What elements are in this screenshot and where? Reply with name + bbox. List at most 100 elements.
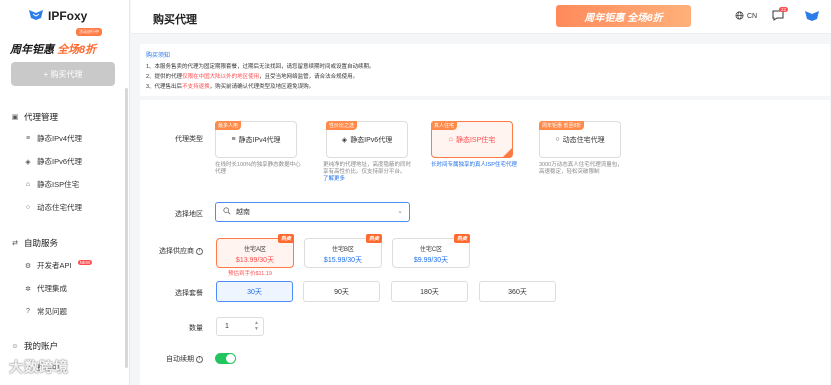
quantity-stepper[interactable]: 1 ▲ ▼ [216,317,264,336]
notice-line-2: 2、提供的代理仅限在中国大陆以外的地区使用，且受当地网络监管，请合法合规使用。 [146,72,358,80]
plan-360[interactable]: 360天 [479,281,556,302]
fox-avatar-icon [804,11,820,24]
notice-text: 2、提供的代理 [146,74,183,80]
supplier-a[interactable]: 热卖 住宅A区 $13.99/30天 [216,234,294,268]
promo-text-b: 全场8折 [57,44,97,56]
sidebar: IPFoxy 活动进行中 周年钜惠 全场8折 + 购买代理 ▣ 代理管理 ≡ 静… [0,0,130,385]
chevron-down-icon: ⌄ [397,208,403,215]
home-icon: ⌂ [448,136,453,143]
sidebar-item-label: 开发者API [37,261,72,270]
language-label: CN [747,13,758,20]
language-switch[interactable]: CN [735,11,757,22]
user-icon: ☺ [11,342,19,350]
proxy-manage-icon: ▣ [11,114,19,121]
home-icon: ⌂ [25,181,31,188]
user-avatar[interactable] [804,10,820,24]
auto-renew-toggle[interactable] [215,353,236,364]
plan-90[interactable]: 90天 [303,281,380,302]
card-desc: 更纯净的代理地址，高度隐蔽的同时享有高性价比。仅支持部分平台。 了解更多 [323,162,411,183]
sidebar-item-integration[interactable]: ✲ 代理集成 [24,283,67,294]
learn-more-link[interactable]: 了解更多 [323,176,345,182]
code-icon: ⚙ [24,262,32,270]
sidebar-item-label: 静态IPv4代理 [37,134,83,143]
plan-30[interactable]: 30天 [216,281,293,302]
message-count-badge: 22 [779,7,789,12]
info-icon[interactable]: ! [196,247,203,255]
section-label: 代理管理 [24,112,59,122]
supplier-c[interactable]: 热卖 住宅C区 $9.99/30天 [392,234,470,268]
notice-line-3: 3、代理售出后不支持退换，购买前请确认代理类型及地区避免误购。 [146,82,314,90]
server-icon: ≡ [25,135,31,142]
sidebar-item-faq[interactable]: ? 常见问题 [24,306,67,317]
type-card-dynamic[interactable]: 周年钜惠 低至8折 ○ 动态住宅代理 [539,121,621,158]
card-tag: 最多人用 [215,121,242,130]
question-icon: ? [26,308,30,315]
promo-text-a: 周年钜惠 [10,44,54,56]
sidebar-item-label: 静态IPv6代理 [37,157,83,166]
hot-badge: 热卖 [365,234,382,243]
section-label: 自助服务 [24,238,59,248]
sidebar-item-isp[interactable]: ⌂ 静态ISP住宅 [24,179,79,190]
type-card-ipv6[interactable]: 性价比之选 ◈ 静态IPv6代理 [326,121,408,158]
sidebar-scrollbar[interactable] [125,88,128,368]
info-icon[interactable]: ! [196,355,203,363]
section-account[interactable]: ☺ 我的账户 [11,340,58,352]
messages-button[interactable]: 22 [772,7,789,23]
supplier-b[interactable]: 热卖 住宅B区 $15.99/30天 [304,234,382,268]
server-icon: ≡ [231,136,236,143]
sidebar-item-ipv4[interactable]: ≡ 静态IPv4代理 [24,133,82,144]
logo[interactable]: IPFoxy [28,9,87,23]
purchase-notice: 购买须知 1、本服务售卖的代理为固定期限套餐，过期后无法找回，请您留意续期时间或… [140,44,830,96]
region-value: 越南 [236,209,250,216]
type-card-ipv4[interactable]: 最多人用 ≡ 静态IPv4代理 [215,121,297,158]
hot-badge: 热卖 [277,234,294,243]
topbar: 购买代理 周年钜惠 全场8折 CN 22 [131,0,831,34]
selected-corner-icon [503,148,512,157]
section-self-service[interactable]: ⇄ 自助服务 [11,237,58,249]
auto-renew-text: 自动续期 [166,356,194,363]
page-title: 购买代理 [153,14,197,26]
type-card-isp[interactable]: 真人住宅 ⌂ 静态ISP住宅 [431,121,513,158]
app-name: IPFoxy [48,9,88,23]
supplier-price: $13.99/30天 [235,257,275,264]
sidebar-item-api[interactable]: ⚙ 开发者API NEW [24,260,93,271]
card-tag: 真人住宅 [431,121,458,130]
hot-badge: 热卖 [453,234,470,243]
buy-proxy-button[interactable]: + 购买代理 [11,62,115,86]
watermark: 大数跨境 [9,359,69,375]
sidebar-item-ipv6[interactable]: ◈ 静态IPv6代理 [24,156,82,167]
fox-logo-icon [28,9,44,23]
card-desc: 3000万动态真人住宅代理流量包，高速稳定，轻松突破限制 [539,162,623,175]
card-tag: 周年钜惠 低至8折 [539,121,585,130]
card-desc-text: 更纯净的代理地址，高度隐蔽的同时享有高性价比。仅支持部分平台。 [323,162,412,175]
supplier-name: 住宅C区 [419,247,443,253]
globe-icon [735,11,744,22]
card-desc: 在线时长100%的独享静态数据中心代理 [215,162,301,175]
section-proxy-management[interactable]: ▣ 代理管理 [11,111,58,123]
supplier-name: 住宅B区 [331,247,354,253]
supplier-label-text: 选择供应商 [159,248,194,255]
stepper-arrows-icon[interactable]: ▲ ▼ [254,320,259,332]
promo-banner[interactable]: 活动进行中 周年钜惠 全场8折 [10,28,125,58]
sidebar-item-dynamic[interactable]: ○ 动态住宅代理 [24,202,82,213]
header-promo-banner[interactable]: 周年钜惠 全场8折 [556,5,691,27]
proxy-type-label: 代理类型 [175,136,203,143]
supplier-price: $9.99/30天 [413,257,449,264]
quantity-label: 数量 [189,325,203,332]
card-name: 静态IPv4代理 [238,136,281,144]
notice-line-1: 1、本服务售卖的代理为固定期限套餐，过期后无法找回，请您留意续期时间或设置自动续… [146,64,375,70]
new-badge: NEW [77,260,93,265]
estimated-price-note: 预估到手价$11.19 [228,271,272,277]
sidebar-item-label: 静态ISP住宅 [37,180,80,189]
region-select[interactable]: 越南 ⌄ [215,202,410,222]
notice-text: ，购买前请确认代理类型及地区避免误购。 [209,84,315,90]
section-label: 我的账户 [24,341,59,351]
card-name: 静态ISP住宅 [455,136,496,144]
sidebar-item-label: 动态住宅代理 [37,203,82,212]
card-desc: 长时间专属独享的真人ISP住宅代理 [431,162,517,168]
search-icon [223,207,231,217]
layers-icon: ◈ [341,136,348,144]
plan-180[interactable]: 180天 [391,281,468,302]
card-name: 静态IPv6代理 [350,136,393,144]
plan-label: 选择套餐 [175,290,203,297]
